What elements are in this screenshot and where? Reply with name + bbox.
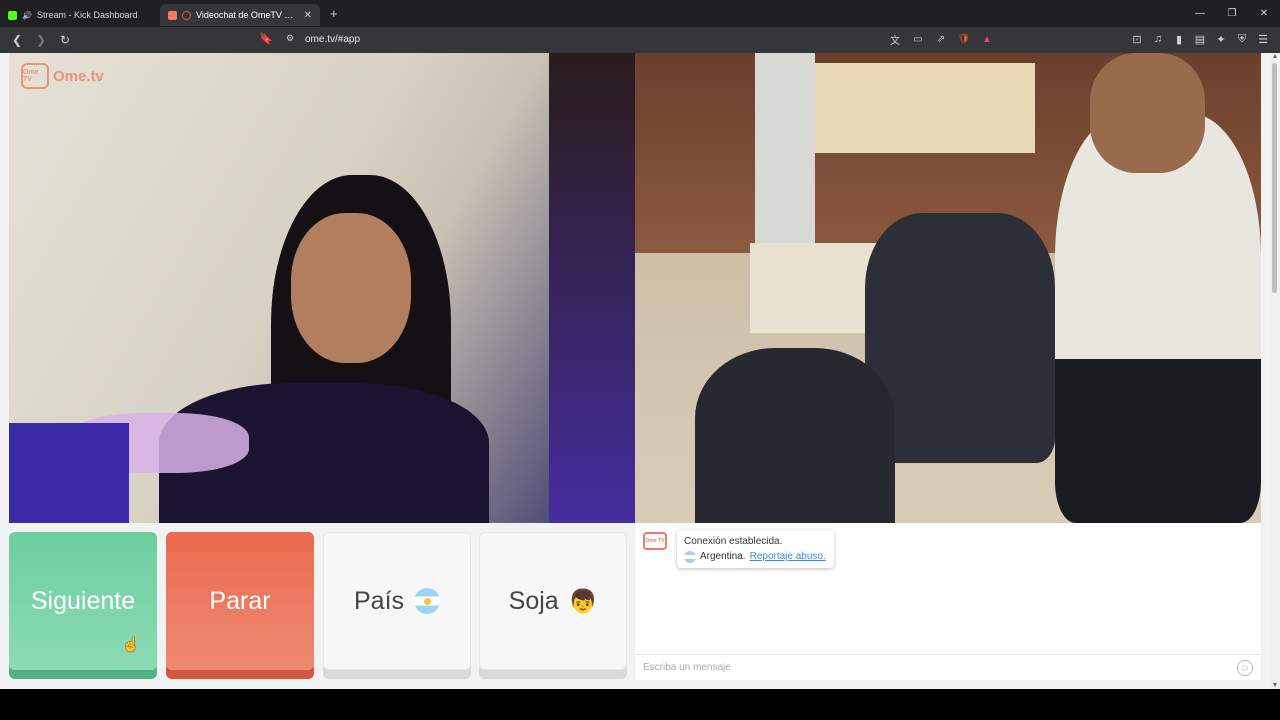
restore-icon[interactable]: ❐	[1216, 0, 1248, 27]
url-field[interactable]: ome.tv/#app	[305, 34, 360, 45]
emoji-icon[interactable]: ☺	[1237, 660, 1253, 676]
speaker-icon: 🔊	[22, 10, 32, 20]
forward-icon[interactable]: ❯	[34, 33, 48, 47]
logo-text: Ome.tv	[53, 67, 104, 85]
tab-title: Videochat de OmeTV — Alte	[196, 10, 299, 20]
reload-icon[interactable]: ↻	[58, 33, 72, 47]
tab-bar: 🔊 Stream - Kick Dashboard Videochat de O…	[0, 0, 1280, 27]
boy-face-icon: 👦	[568, 587, 598, 614]
local-video	[635, 53, 1261, 523]
system-message: Conexión establecida. Argentina. Reporta…	[677, 530, 834, 568]
back-icon[interactable]: ❮	[10, 33, 24, 47]
gender-button-label: Soja	[508, 586, 559, 615]
connection-message: Conexión establecida.	[684, 536, 783, 547]
video-scene-person	[1055, 113, 1261, 523]
bookmark-icon[interactable]: 🔖	[259, 32, 273, 45]
site-settings-icon[interactable]: ⚙	[286, 33, 294, 44]
wallet-icon[interactable]: ▤	[1193, 32, 1207, 46]
gender-button[interactable]: Soja 👦	[479, 532, 627, 670]
close-window-icon[interactable]: ✕	[1248, 0, 1280, 27]
ometv-logo-icon: Ome TV	[21, 63, 49, 89]
chat-logo-text: Ome TV	[645, 538, 665, 544]
tab-title: Stream - Kick Dashboard	[36, 10, 138, 20]
ometv-page: Ome TV Ome.tv Siguiente Parar País Soja …	[0, 53, 1280, 689]
new-tab-button[interactable]: +	[330, 6, 338, 21]
video-scene-curtain	[549, 53, 635, 523]
argentina-flag-icon	[414, 588, 441, 614]
vpn-icon[interactable]: ⛨	[1235, 32, 1249, 46]
chat-input-bar: ☺	[635, 654, 1261, 680]
tab-ometv[interactable]: Videochat de OmeTV — Alte ✕	[160, 4, 320, 26]
menu-icon[interactable]: ☰	[1256, 32, 1270, 46]
address-toolbar: ❮ ❯ ↻ 🔖 ⚙ ome.tv/#app 文 ▭ ⇗ 🛡 ▲ ⊡ ♫ ▮ ▤ …	[0, 27, 1280, 53]
page-scrollbar[interactable]: ▲ ▼	[1270, 53, 1280, 689]
tab-kick-dashboard[interactable]: 🔊 Stream - Kick Dashboard	[0, 4, 160, 26]
country-name: Argentina.	[700, 551, 746, 562]
stop-button-label: Parar	[209, 586, 271, 615]
video-scene-chair2	[695, 348, 895, 523]
mouse-cursor-icon: ☝	[122, 636, 140, 652]
leo-ai-icon[interactable]: ✦	[1214, 32, 1228, 46]
brave-shield-icon[interactable]: 🛡	[957, 32, 971, 46]
country-button[interactable]: País	[323, 532, 471, 670]
sidebar-icon[interactable]: ▮	[1172, 32, 1186, 46]
window-controls: — ❐ ✕	[1184, 0, 1280, 27]
ometv-logo: Ome TV Ome.tv	[21, 63, 104, 89]
video-scene-face	[291, 213, 411, 363]
cast-icon[interactable]: ▭	[911, 32, 925, 46]
country-button-label: País	[353, 586, 405, 615]
remote-video: Ome TV Ome.tv	[9, 53, 635, 523]
chat-panel: Ome TV Conexión establecida. Argentina. …	[635, 523, 1261, 680]
screenshot-icon[interactable]: ⊡	[1130, 32, 1144, 46]
next-button-label: Siguiente	[30, 586, 136, 615]
rewards-icon[interactable]: ▲	[980, 32, 994, 46]
stop-button[interactable]: Parar	[166, 532, 314, 670]
ometv-favicon-icon	[168, 10, 177, 20]
flag-sun	[423, 597, 431, 605]
scrollbar-thumb[interactable]	[1272, 63, 1277, 293]
video-scene-shelf	[815, 63, 1035, 153]
argentina-small-flag-icon	[684, 550, 696, 563]
video-scene-purple	[9, 423, 129, 523]
scroll-down-icon[interactable]: ▼	[1270, 682, 1280, 689]
share-icon[interactable]: ⇗	[934, 32, 948, 46]
logo-badge-text: Ome TV	[23, 69, 39, 83]
minimize-icon[interactable]: —	[1184, 0, 1216, 27]
kick-favicon-icon	[8, 10, 17, 20]
video-scene-head	[1090, 53, 1205, 173]
media-icon[interactable]: ♫	[1151, 32, 1165, 46]
scroll-up-icon[interactable]: ▲	[1270, 53, 1280, 60]
close-tab-icon[interactable]: ✕	[304, 10, 312, 21]
translate-icon[interactable]: 文	[888, 32, 902, 47]
ometv-chat-logo-icon: Ome TV	[643, 532, 667, 550]
video-scene-pillar	[755, 53, 815, 253]
recording-icon	[182, 10, 191, 20]
message-input[interactable]	[643, 662, 1223, 673]
report-abuse-link[interactable]: Reportaje abuso.	[750, 549, 826, 564]
